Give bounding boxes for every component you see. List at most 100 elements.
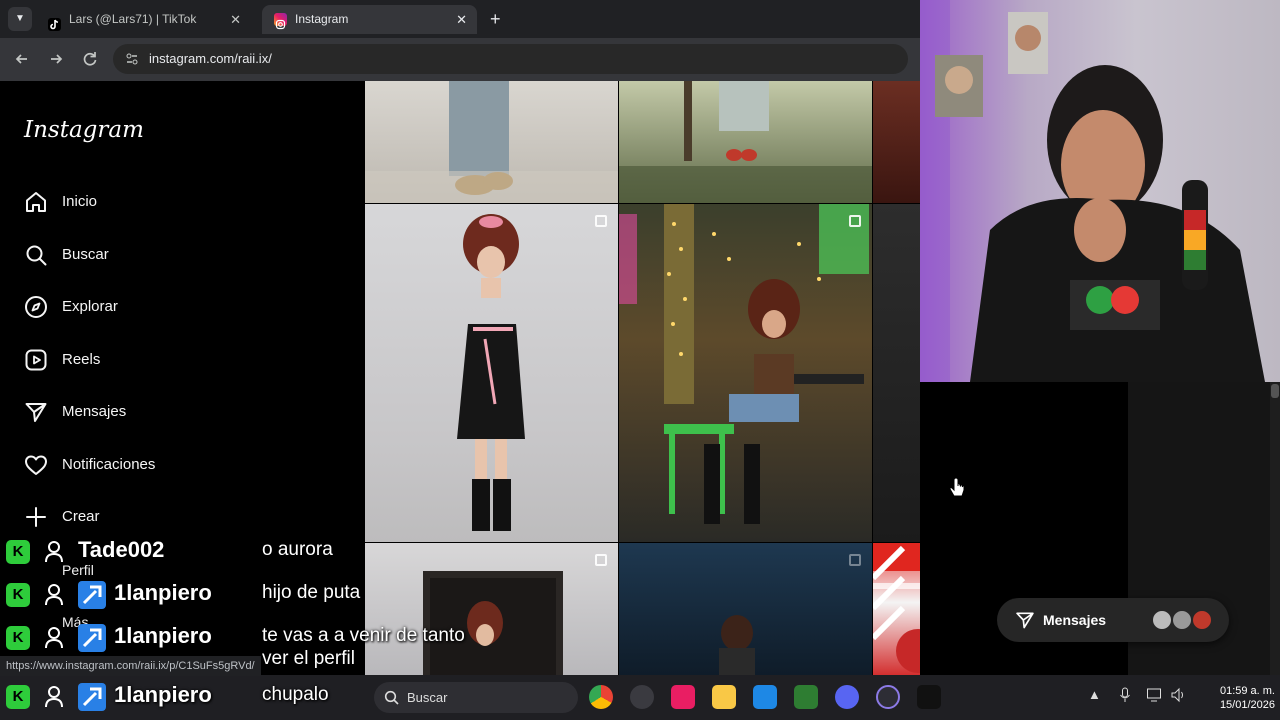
sidebar-item-reels[interactable]: Reels — [24, 340, 344, 380]
close-tab-icon[interactable]: ✕ — [456, 5, 467, 34]
hand-cursor-icon — [948, 477, 966, 505]
url-text: instagram.com/raii.ix/ — [149, 51, 272, 66]
sidebar-item-label: Mensajes — [62, 403, 127, 420]
user-icon — [44, 685, 64, 709]
kick-badge: K — [6, 626, 30, 650]
multi-post-icon — [595, 215, 607, 227]
app-icon[interactable] — [794, 685, 818, 709]
tiktok-favicon-icon — [48, 13, 61, 31]
post-thumbnail[interactable] — [365, 543, 618, 675]
user-icon — [44, 540, 64, 564]
sidebar-item-buscar[interactable]: Buscar — [24, 235, 344, 275]
sidebar-item-label: Explorar — [62, 298, 118, 315]
tiktok-app-icon[interactable] — [671, 685, 695, 709]
sidebar-item-explorar[interactable]: Explorar — [24, 287, 344, 327]
tab-label: Lars (@Lars71) | TikTok — [69, 12, 197, 26]
chat-username: 1lanpiero — [114, 580, 212, 605]
reload-icon[interactable] — [79, 48, 101, 70]
tab-search-button[interactable]: ▼ — [8, 7, 32, 31]
media-player-icon[interactable] — [876, 685, 900, 709]
discord-icon[interactable] — [835, 685, 859, 709]
post-thumbnail[interactable] — [365, 204, 618, 542]
taskbar-search[interactable]: Buscar — [374, 682, 578, 713]
instagram-logo[interactable]: Instagram — [24, 117, 144, 143]
microphone-icon[interactable] — [1119, 687, 1131, 706]
scrollbar-thumb[interactable] — [1271, 384, 1279, 398]
chrome-app-icon[interactable] — [589, 685, 613, 709]
subscriber-badge-icon — [78, 683, 106, 711]
post-thumbnail[interactable] — [873, 81, 920, 203]
network-icon[interactable] — [1146, 687, 1162, 706]
volume-icon[interactable] — [1170, 687, 1186, 706]
clock-time: 01:59 a. m. — [1219, 685, 1275, 697]
file-explorer-icon[interactable] — [712, 685, 736, 709]
sidebar-item-perfil[interactable]: Perfil — [62, 562, 94, 578]
reels-icon — [24, 348, 48, 372]
post-thumbnail[interactable] — [619, 204, 872, 542]
search-icon — [24, 243, 48, 267]
chat-username: 1lanpiero — [114, 623, 212, 648]
heart-icon — [24, 453, 48, 477]
home-icon — [24, 190, 48, 214]
tab-label: Instagram — [295, 12, 349, 26]
instagram-favicon-icon — [274, 13, 287, 30]
system-clock[interactable]: 01:59 a. m. 15/01/2026 — [1195, 684, 1275, 712]
address-bar[interactable]: instagram.com/raii.ix/ — [113, 44, 908, 74]
post-thumbnail[interactable] — [619, 543, 872, 675]
user-icon — [44, 626, 64, 650]
back-arrow-icon[interactable] — [11, 48, 33, 70]
sidebar-item-label: Reels — [62, 351, 101, 368]
search-icon — [384, 690, 399, 705]
kick-badge: K — [6, 685, 30, 709]
sidebar-item-inicio[interactable]: Inicio — [24, 182, 344, 222]
sidebar-item-mensajes[interactable]: Mensajes — [24, 392, 344, 432]
post-thumbnail[interactable] — [619, 81, 872, 203]
subscriber-badge-icon — [78, 581, 106, 609]
close-tab-icon[interactable]: ✕ — [230, 5, 241, 34]
avatar — [1171, 609, 1193, 631]
multi-post-icon — [849, 554, 861, 566]
chat-username: 1lanpiero — [114, 682, 212, 707]
multi-post-icon — [849, 215, 861, 227]
post-thumbnail[interactable] — [873, 543, 920, 675]
forward-arrow-icon[interactable] — [45, 48, 67, 70]
browser-tab-bar: ▼ Lars (@Lars71) | TikTok ✕ Instagram ✕ … — [0, 0, 920, 38]
subscriber-badge-icon — [78, 624, 106, 652]
chat-text: o aurora — [262, 539, 333, 560]
kick-badge: K — [6, 540, 30, 564]
new-tab-button[interactable]: + — [490, 5, 501, 34]
screen: ▼ Lars (@Lars71) | TikTok ✕ Instagram ✕ … — [0, 0, 1280, 720]
plus-icon — [24, 505, 48, 529]
tab-instagram[interactable]: Instagram ✕ — [262, 5, 477, 34]
profile-post-grid — [365, 81, 920, 675]
sidebar-item-label: Inicio — [62, 193, 98, 210]
tab-tiktok[interactable]: Lars (@Lars71) | TikTok ✕ — [36, 5, 251, 34]
app-icon[interactable] — [630, 685, 654, 709]
store-icon[interactable] — [753, 685, 777, 709]
tiktok-app-icon[interactable] — [917, 685, 941, 709]
post-thumbnail[interactable] — [873, 204, 920, 542]
post-thumbnail[interactable] — [365, 81, 618, 203]
link-status-bar: https://www.instagram.com/raii.ix/p/C1Su… — [0, 656, 261, 676]
kick-badge: K — [6, 583, 30, 607]
sidebar-item-crear[interactable]: Crear — [24, 497, 344, 537]
avatar — [1191, 609, 1213, 631]
webcam-overlay — [920, 0, 1280, 382]
taskbar-search-placeholder: Buscar — [407, 690, 448, 705]
sidebar-item-notificaciones[interactable]: Notificaciones — [24, 445, 344, 485]
chevron-up-icon[interactable]: ▲ — [1088, 687, 1101, 702]
chat-text: hijo de puta — [262, 582, 361, 603]
sidebar-item-label: Buscar — [62, 246, 109, 263]
chat-username: Tade002 — [78, 537, 165, 562]
site-info-icon[interactable] — [125, 52, 139, 66]
messages-pill[interactable]: Mensajes — [997, 598, 1229, 642]
clock-date: 15/01/2026 — [1219, 699, 1275, 711]
user-icon — [44, 583, 64, 607]
chat-text-line2: ver el perfil — [262, 648, 355, 669]
sidebar-item-label: Notificaciones — [62, 456, 156, 473]
send-icon — [1015, 610, 1035, 630]
sidebar-item-label: Crear — [62, 508, 100, 525]
messages-pill-label: Mensajes — [1043, 612, 1107, 628]
page-scrollbar[interactable] — [1270, 382, 1280, 675]
compass-icon — [24, 295, 48, 319]
